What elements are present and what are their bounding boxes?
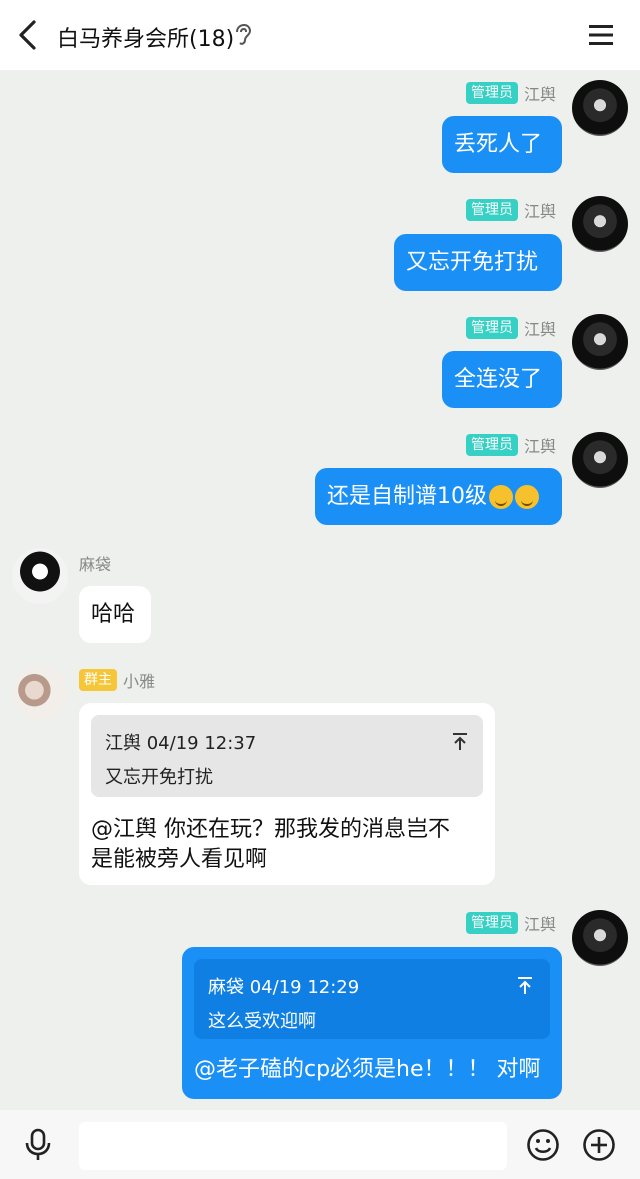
quoted-message[interactable]: 江舆 04/19 12:37 又忘开免打扰 bbox=[91, 715, 483, 797]
sender-row: 麻袋 bbox=[79, 551, 111, 575]
message-text: @江舆 你还在玩？那我发的消息岂不 是能被旁人看见啊 bbox=[91, 815, 450, 875]
emoji-button[interactable] bbox=[526, 1128, 560, 1162]
sender-name: 小雅 bbox=[123, 672, 156, 691]
sender-name: 江舆 bbox=[523, 85, 556, 104]
plus-circle-icon bbox=[583, 1129, 615, 1161]
reply-message-bubble[interactable]: 江舆 04/19 12:37 又忘开免打扰 @江舆 你还在玩？那我发的消息岂不 … bbox=[79, 703, 495, 885]
smiley-icon bbox=[527, 1129, 559, 1161]
more-button[interactable] bbox=[582, 1128, 616, 1162]
message-bubble[interactable]: 丢死人了 bbox=[442, 116, 562, 173]
message-bubble[interactable]: 还是自制谱10级 bbox=[315, 468, 562, 525]
sender-name: 江舆 bbox=[523, 915, 556, 934]
message-line: @江舆 你还在玩？那我发的消息岂不 bbox=[91, 817, 450, 842]
sender-row: 群主 小雅 bbox=[79, 668, 155, 692]
sender-row: 管理员 江舆 bbox=[465, 198, 556, 222]
sender-name: 麻袋 bbox=[79, 555, 112, 574]
avatar-xiaoya[interactable] bbox=[12, 665, 68, 721]
avatar-jiangyu[interactable] bbox=[572, 80, 628, 136]
admin-badge: 管理员 bbox=[465, 912, 518, 934]
input-bar bbox=[0, 1110, 640, 1179]
message-bubble[interactable]: 哈哈 bbox=[79, 586, 151, 643]
sender-name: 江舆 bbox=[523, 202, 556, 221]
sweat-smile-emoji bbox=[489, 484, 513, 509]
message-text: 丢死人了 bbox=[454, 131, 543, 157]
reply-message-bubble[interactable]: 麻袋 04/19 12:29 这么受欢迎啊 @老子磕的cp必须是he！！！ 对啊 bbox=[182, 947, 562, 1099]
sender-row: 管理员 江舆 bbox=[465, 433, 556, 457]
ear-icon bbox=[236, 23, 252, 45]
message-line: 是能被旁人看见啊 bbox=[91, 847, 268, 872]
message-text: 全连没了 bbox=[454, 366, 543, 392]
microphone-icon bbox=[25, 1128, 51, 1160]
message-input[interactable] bbox=[79, 1122, 507, 1170]
message-bubble[interactable]: 全连没了 bbox=[442, 351, 562, 408]
admin-badge: 管理员 bbox=[465, 434, 518, 456]
sender-row: 管理员 江舆 bbox=[465, 81, 556, 105]
sender-row: 管理员 江舆 bbox=[465, 316, 556, 340]
menu-button[interactable] bbox=[586, 20, 616, 50]
quoted-text: 又忘开免打扰 bbox=[105, 767, 213, 788]
jump-to-original-icon[interactable] bbox=[451, 731, 469, 751]
chevron-left-icon bbox=[19, 20, 36, 50]
chat-area[interactable]: 管理员 江舆 丢死人了 管理员 江舆 又忘开免打扰 管理员 江舆 全连没了 管理… bbox=[0, 70, 640, 1110]
group-title[interactable]: 白马养身会所(18) bbox=[57, 21, 234, 53]
admin-badge: 管理员 bbox=[465, 82, 518, 104]
message-text: 又忘开免打扰 bbox=[406, 249, 539, 275]
message-bubble[interactable]: 又忘开免打扰 bbox=[394, 234, 562, 291]
chat-header: 白马养身会所(18) bbox=[0, 0, 640, 70]
sender-name: 江舆 bbox=[523, 437, 556, 456]
avatar-madai[interactable] bbox=[12, 548, 68, 604]
jump-to-original-icon[interactable] bbox=[516, 975, 534, 995]
hamburger-menu-icon bbox=[589, 25, 613, 45]
message-text: @老子磕的cp必须是he！！！ 对啊 bbox=[194, 1057, 541, 1082]
avatar-jiangyu[interactable] bbox=[572, 432, 628, 488]
sweat-smile-emoji bbox=[515, 484, 539, 509]
message-text: 哈哈 bbox=[91, 601, 136, 627]
back-button[interactable] bbox=[14, 18, 44, 52]
quoted-text: 这么受欢迎啊 bbox=[208, 1011, 316, 1032]
sender-row: 管理员 江舆 bbox=[465, 911, 556, 935]
message-text: 还是自制谱10级 bbox=[327, 483, 487, 509]
admin-badge: 管理员 bbox=[465, 317, 518, 339]
avatar-jiangyu[interactable] bbox=[572, 196, 628, 252]
quoted-header: 麻袋 04/19 12:29 bbox=[208, 977, 360, 998]
quoted-header: 江舆 04/19 12:37 bbox=[105, 733, 257, 754]
avatar-jiangyu[interactable] bbox=[572, 314, 628, 370]
admin-badge: 管理员 bbox=[465, 199, 518, 221]
sender-name: 江舆 bbox=[523, 320, 556, 339]
avatar-jiangyu[interactable] bbox=[572, 910, 628, 966]
voice-button[interactable] bbox=[22, 1128, 54, 1162]
quoted-message[interactable]: 麻袋 04/19 12:29 这么受欢迎啊 bbox=[194, 959, 550, 1039]
owner-badge: 群主 bbox=[79, 669, 117, 691]
